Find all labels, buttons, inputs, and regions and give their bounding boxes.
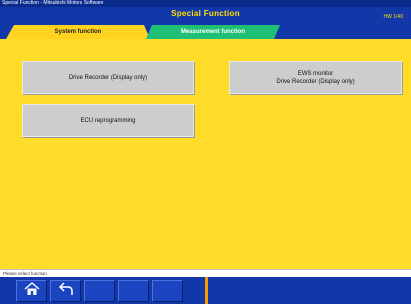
- app-header: Special Function HW 1/40: [0, 7, 411, 25]
- return-button[interactable]: [50, 280, 81, 302]
- page-title: Special Function: [171, 9, 240, 18]
- header-code: HW 1/40: [383, 14, 403, 20]
- drive-recorder-button[interactable]: Drive Recorder (Display only): [22, 61, 194, 94]
- function-panel: Drive Recorder (Display only) EWS monito…: [0, 39, 411, 269]
- window-title: Special Function - Mitsubishi Motors Sof…: [2, 0, 104, 6]
- tab-system-function-label: System function: [54, 29, 102, 35]
- tab-system-function[interactable]: System function: [6, 25, 150, 39]
- nav-button-5[interactable]: [152, 280, 183, 302]
- drive-recorder-label: Drive Recorder (Display only): [68, 74, 148, 81]
- tab-measurement-function-label: Measurement function: [180, 29, 245, 35]
- status-bar: Please select function: [0, 269, 411, 277]
- home-icon: [24, 281, 40, 301]
- home-button[interactable]: [16, 280, 47, 302]
- ews-monitor-label: EWS monitor: [297, 70, 334, 77]
- return-icon: [58, 281, 74, 301]
- nav-button-3[interactable]: [84, 280, 115, 302]
- ecu-reprogramming-label: ECU reprogramming: [80, 117, 136, 124]
- ews-monitor-button[interactable]: EWS monitor Drive Recorder (Display only…: [229, 61, 402, 94]
- tab-measurement-function[interactable]: Measurement function: [146, 25, 280, 39]
- nav-divider: [205, 277, 208, 304]
- ews-drive-recorder-label: Drive Recorder (Display only): [276, 78, 355, 85]
- window-titlebar: Special Function - Mitsubishi Motors Sof…: [0, 0, 411, 7]
- nav-button-4[interactable]: [118, 280, 149, 302]
- tab-bar: System function Measurement function: [0, 25, 411, 39]
- ecu-reprogramming-button[interactable]: ECU reprogramming: [22, 104, 194, 137]
- status-text: Please select function: [3, 271, 47, 276]
